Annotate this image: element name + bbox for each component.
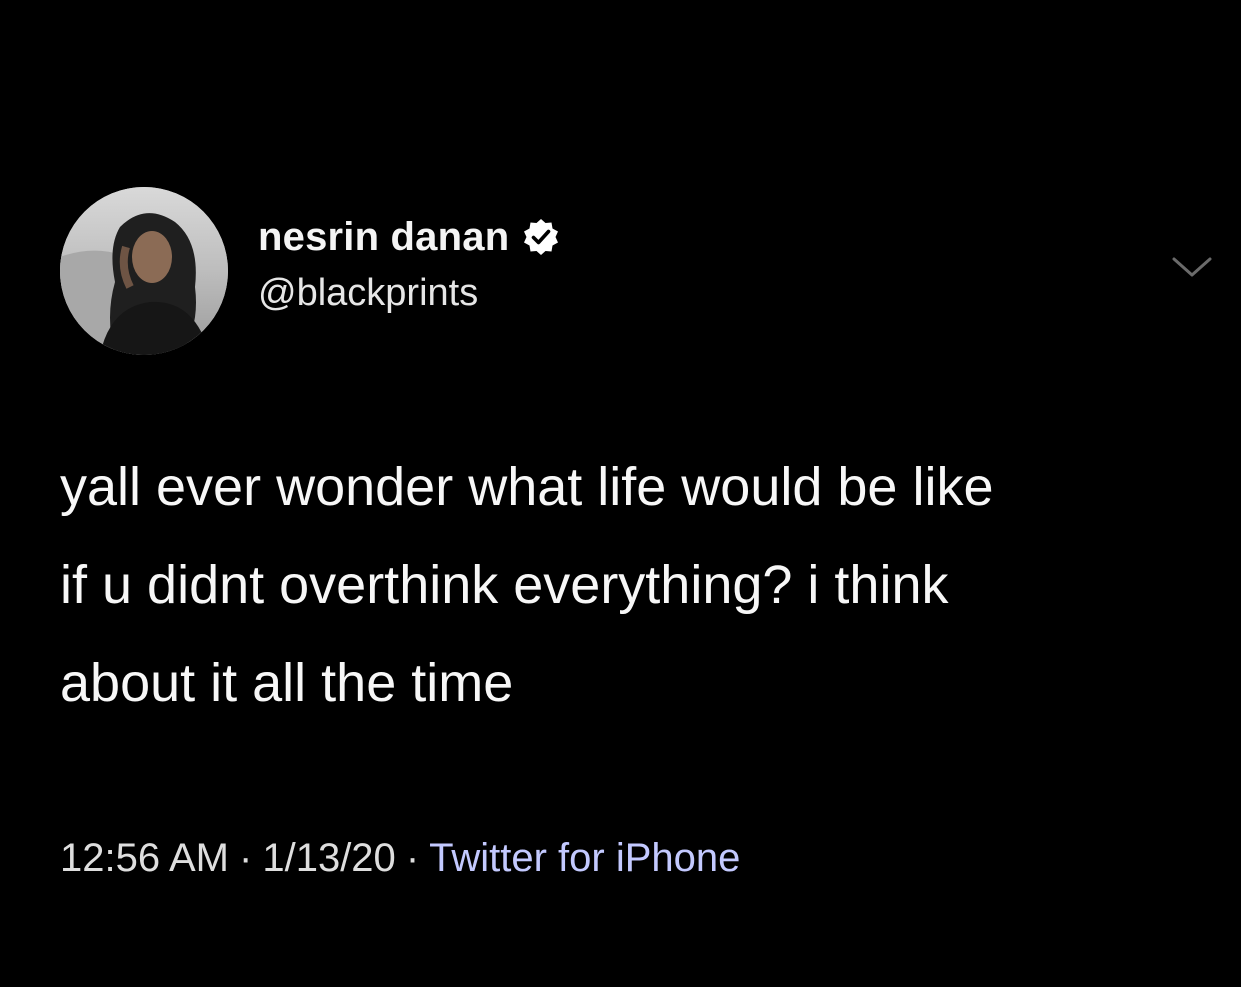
tweet-text-line: about it all the time <box>60 653 514 713</box>
tweet-text-line: if u didnt overthink everything? i think <box>60 555 949 615</box>
meta-separator: · <box>405 836 420 880</box>
tweet-time[interactable]: 12:56 AM <box>60 836 229 880</box>
avatar[interactable] <box>60 187 228 355</box>
tweet-date[interactable]: 1/13/20 <box>262 836 395 880</box>
author-block: nesrin danan @blackprints <box>258 212 561 315</box>
chevron-down-icon[interactable] <box>1170 255 1214 281</box>
display-name[interactable]: nesrin danan <box>258 215 509 260</box>
user-handle[interactable]: @blackprints <box>258 272 561 315</box>
tweet-meta: 12:56 AM · 1/13/20 · Twitter for iPhone <box>60 836 740 881</box>
tweet-source-link[interactable]: Twitter for iPhone <box>429 836 740 880</box>
name-row: nesrin danan <box>258 212 561 262</box>
verified-badge-icon <box>521 217 561 257</box>
avatar-photo <box>60 187 228 355</box>
tweet-card: nesrin danan @blackprints yall ever wond… <box>0 0 1241 987</box>
tweet-text-line: yall ever wonder what life would be like <box>60 457 994 517</box>
meta-separator: · <box>239 836 253 880</box>
tweet-text: yall ever wonder what life would be like… <box>60 438 1220 732</box>
